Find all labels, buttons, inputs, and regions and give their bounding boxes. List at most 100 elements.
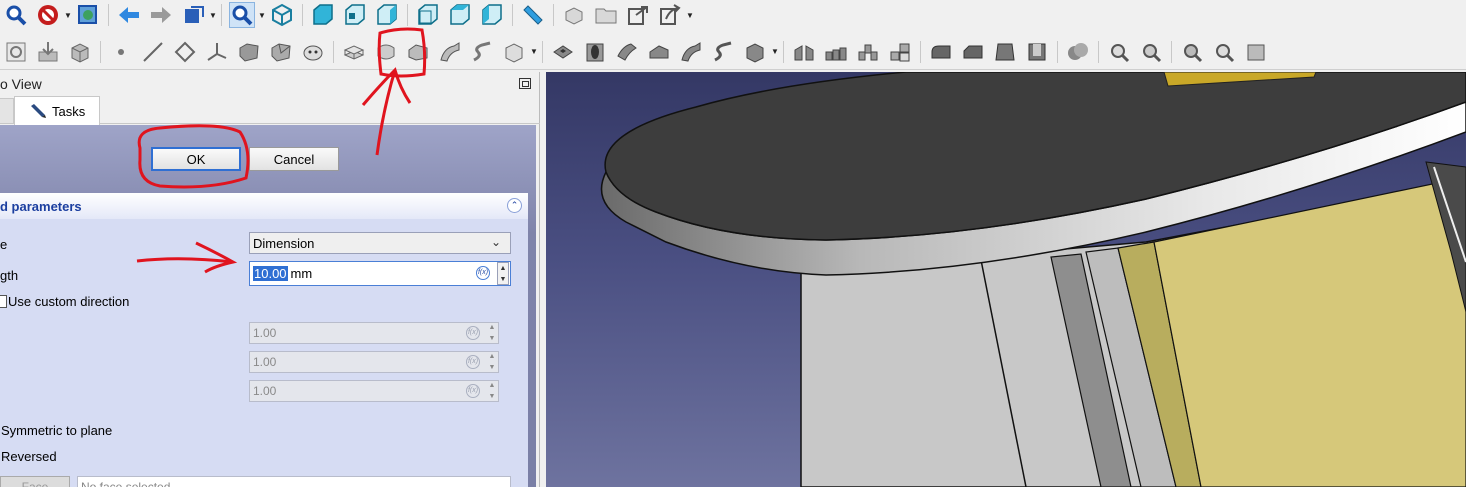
- direction-x-input[interactable]: 1.00 f(x) ▲ ▼: [249, 322, 499, 344]
- fillet-icon[interactable]: [928, 39, 954, 65]
- chevron-down-icon[interactable]: ▼: [258, 2, 266, 28]
- sketch-icon[interactable]: [3, 39, 29, 65]
- sprocket-icon[interactable]: [1106, 39, 1132, 65]
- fit-all-icon[interactable]: [3, 2, 29, 28]
- isometric-icon[interactable]: [269, 2, 295, 28]
- symmetric-label[interactable]: Symmetric to plane: [1, 423, 112, 438]
- rear-view-icon[interactable]: [415, 2, 441, 28]
- separator: [920, 40, 921, 63]
- draft-icon[interactable]: [992, 39, 1018, 65]
- chevron-down-icon[interactable]: ▼: [209, 2, 217, 28]
- direction-y-spinner[interactable]: ▲ ▼: [486, 351, 498, 373]
- face-button[interactable]: Face: [0, 476, 70, 487]
- bottom-view-icon[interactable]: [447, 2, 473, 28]
- length-unit: mm: [290, 266, 313, 281]
- additive-primitive-icon[interactable]: [501, 39, 527, 65]
- boolean-icon[interactable]: [1065, 39, 1091, 65]
- separator: [108, 4, 109, 26]
- yellow-face: [1153, 176, 1466, 487]
- subshape-binder-icon[interactable]: [268, 39, 294, 65]
- separator: [512, 4, 513, 26]
- pad-icon[interactable]: [341, 39, 367, 65]
- combo-tabbar: Tasks: [0, 96, 540, 125]
- sheep-clone-icon[interactable]: [300, 39, 326, 65]
- left-view-icon[interactable]: [479, 2, 505, 28]
- hole-icon[interactable]: [582, 39, 608, 65]
- chamfer-icon[interactable]: [960, 39, 986, 65]
- cancel-button[interactable]: Cancel: [249, 147, 339, 171]
- front-view-icon[interactable]: [310, 2, 336, 28]
- subtractive-primitive-icon[interactable]: [742, 39, 768, 65]
- subtractive-loft-icon[interactable]: [646, 39, 672, 65]
- multitransform-icon[interactable]: [887, 39, 913, 65]
- ok-button[interactable]: OK: [151, 147, 241, 171]
- tab-model[interactable]: [0, 98, 14, 124]
- shaft-wizard-icon[interactable]: [1179, 39, 1205, 65]
- link-icon[interactable]: [625, 2, 651, 28]
- create-body-icon[interactable]: [561, 2, 587, 28]
- float-panel-icon[interactable]: [519, 78, 531, 89]
- back-icon[interactable]: [116, 2, 142, 28]
- additive-loft-icon[interactable]: [405, 39, 431, 65]
- groove-icon[interactable]: [614, 39, 640, 65]
- linear-pattern-icon[interactable]: [823, 39, 849, 65]
- forward-icon[interactable]: [148, 2, 174, 28]
- thickness-icon[interactable]: [1024, 39, 1050, 65]
- combo-view-title: o View: [0, 76, 42, 92]
- separator: [553, 4, 554, 26]
- chevron-down-icon[interactable]: ▼: [686, 2, 694, 28]
- zoom-icon[interactable]: [229, 2, 255, 28]
- custom-direction-checkbox[interactable]: [0, 295, 7, 308]
- pocket-icon[interactable]: [550, 39, 576, 65]
- polar-pattern-icon[interactable]: [855, 39, 881, 65]
- export-icon[interactable]: [657, 2, 683, 28]
- subtractive-helix-icon[interactable]: [710, 39, 736, 65]
- chevron-down-icon[interactable]: ▼: [771, 39, 779, 65]
- pad-parameters-header[interactable]: d parameters ⌃: [0, 193, 528, 219]
- involute-gear-icon[interactable]: [1138, 39, 1164, 65]
- type-dropdown-value: Dimension: [253, 235, 315, 251]
- defeaturing-icon[interactable]: [1243, 39, 1269, 65]
- check-geometry-icon[interactable]: [1211, 39, 1237, 65]
- separator: [407, 4, 408, 26]
- separator: [1171, 40, 1172, 63]
- right-view-icon[interactable]: [374, 2, 400, 28]
- datum-point-icon[interactable]: [108, 39, 134, 65]
- custom-direction-label: Use custom direction: [8, 294, 130, 309]
- length-input[interactable]: 10.00 mm f(x) ▲ ▼: [249, 261, 511, 286]
- direction-x-spinner[interactable]: ▲ ▼: [486, 322, 498, 344]
- face-field[interactable]: No face selected: [77, 476, 511, 487]
- 3d-viewport[interactable]: [546, 72, 1466, 487]
- direction-z-spinner[interactable]: ▲ ▼: [486, 380, 498, 402]
- local-cs-icon[interactable]: [204, 39, 230, 65]
- reversed-label[interactable]: Reversed: [1, 449, 57, 464]
- type-dropdown[interactable]: Dimension ⌄: [249, 232, 511, 254]
- expression-icon: f(x): [466, 355, 480, 369]
- clone-icon[interactable]: [67, 39, 93, 65]
- datum-plane-icon[interactable]: [172, 39, 198, 65]
- create-part-icon[interactable]: [593, 2, 619, 28]
- chevron-down-icon[interactable]: ▼: [64, 2, 72, 28]
- direction-z-input[interactable]: 1.00 f(x) ▲ ▼: [249, 380, 499, 402]
- chevron-down-icon[interactable]: ▼: [530, 39, 538, 65]
- 3d-model[interactable]: [546, 72, 1466, 487]
- expression-icon[interactable]: f(x): [476, 266, 490, 280]
- direction-y-input[interactable]: 1.00 f(x) ▲ ▼: [249, 351, 499, 373]
- mirrored-icon[interactable]: [791, 39, 817, 65]
- revolution-icon[interactable]: [373, 39, 399, 65]
- length-spinner[interactable]: ▲ ▼: [497, 262, 509, 285]
- subtractive-pipe-icon[interactable]: [678, 39, 704, 65]
- draw-style-icon[interactable]: [35, 2, 61, 28]
- length-value: 10.00: [253, 266, 288, 281]
- shape-binder-icon[interactable]: [236, 39, 262, 65]
- additive-helix-icon[interactable]: [469, 39, 495, 65]
- datum-line-icon[interactable]: [140, 39, 166, 65]
- top-view-icon[interactable]: [342, 2, 368, 28]
- tab-tasks[interactable]: Tasks: [14, 96, 100, 125]
- additive-pipe-icon[interactable]: [437, 39, 463, 65]
- measure-icon[interactable]: [520, 2, 546, 28]
- attach-sketch-icon[interactable]: [35, 39, 61, 65]
- workbench-icon[interactable]: [180, 2, 206, 28]
- collapse-icon[interactable]: ⌃: [507, 198, 522, 213]
- bounding-box-icon[interactable]: [75, 2, 101, 28]
